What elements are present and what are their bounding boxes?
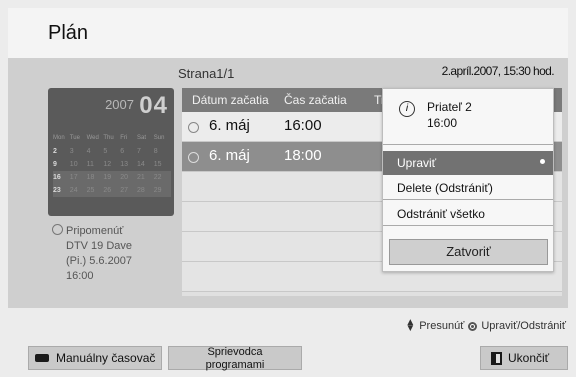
calendar-week-row: 16 17 18 19 20 21 22 [53,171,171,184]
calendar-grid: Mon Tue Wed Thu Fri Sat Sun 2 3 4 5 6 7 … [53,132,171,197]
calendar-day: 3 [69,148,74,155]
close-button[interactable]: Zatvoriť [389,239,548,265]
calendar-week-row: 2 3 4 5 6 7 8 [53,145,171,158]
menu-item-delete[interactable]: Delete (Odstrániť) [383,176,553,200]
weekday-label: Fri [120,135,128,141]
current-datetime: 2.apríl.2007, 15:30 hod. [441,64,555,78]
menu-item-edit[interactable]: Upraviť [383,151,553,175]
weekday-label: Mon [53,135,65,141]
row-date: 6. máj [209,117,250,134]
help-move: Presunúť [419,320,465,332]
weekday-label: Tue [69,135,80,141]
calendar-day: 6 [120,148,125,155]
clock-icon [188,152,199,163]
options-popup: i Priateľ 2 16:00 Upraviť Delete (Odstrá… [382,88,554,272]
weekday-label: Sat [136,135,146,141]
page-indicator: Strana1/1 [178,66,235,81]
reminder-label: Pripomenúť [66,225,124,237]
color-key-icon [35,354,49,362]
calendar-day: 16 [53,174,61,181]
weekday-label: Wed [86,135,99,141]
calendar-day: 9 [53,161,57,168]
weekday-label: Thu [103,135,114,141]
calendar-day: 4 [86,148,91,155]
calendar-month: 04 [139,92,168,119]
popup-program-info: Priateľ 2 16:00 [427,99,472,131]
row-time: 16:00 [284,117,322,134]
exit-icon [491,351,502,365]
calendar-day: 15 [153,161,162,168]
calendar-day: 10 [69,161,78,168]
weekday-label: Sun [153,135,165,141]
calendar-day: 20 [120,174,128,181]
exit-label: Ukončiť [508,351,550,365]
calendar-day: 14 [136,161,145,168]
navigation-help: ▲ ▼ Presunúť Upraviť/Odstrániť [405,317,566,334]
info-icon: i [399,101,415,117]
calendar-day: 25 [86,187,95,194]
clock-icon [52,224,63,235]
up-down-arrows-icon: ▲ ▼ [405,317,416,334]
reminder-info: Pripomenúť DTV 19 Dave (Pi.) 5.6.2007 16… [52,224,177,284]
calendar-day: 27 [120,187,128,194]
help-edit-delete: Upraviť/Odstrániť [481,320,566,332]
column-header-date: Dátum začatia [192,93,269,107]
guide-label-line1: Sprievodca [207,346,263,358]
calendar-weekday-row: Mon Tue Wed Thu Fri Sat Sun [53,132,171,145]
reminder-date: (Pi.) 5.6.2007 [66,255,133,267]
calendar-day: 7 [136,148,141,155]
program-name: Priateľ 2 [427,100,472,114]
selection-indicator-icon [540,159,545,164]
divider [383,144,553,145]
exit-button[interactable]: Ukončiť [480,346,568,370]
manual-timer-label: Manuálny časovač [56,351,156,365]
calendar-day: 13 [120,161,128,168]
calendar-day: 18 [86,174,95,181]
schedule-window: Plán Strana1/1 2.apríl.2007, 15:30 hod. … [0,0,576,377]
program-guide-button[interactable]: Sprievodca programami [168,346,302,371]
calendar-day: 23 [53,187,61,194]
mini-calendar: 2007 04 Mon Tue Wed Thu Fri Sat Sun 2 3 … [48,88,174,216]
calendar-day: 21 [136,174,145,181]
calendar-year: 2007 [105,97,134,112]
reminder-channel: DTV 19 Dave [66,240,133,252]
calendar-day: 17 [69,174,78,181]
page-title: Plán [48,22,89,44]
calendar-day: 2 [53,148,57,155]
calendar-day: 22 [153,174,162,181]
row-date: 6. máj [209,147,250,164]
calendar-day: 26 [103,187,112,194]
clock-icon [188,122,199,133]
ok-button-icon [468,321,478,331]
calendar-week-row: 23 24 25 26 27 28 29 [53,184,171,197]
calendar-day: 29 [153,187,162,194]
header-bar: Plán [8,8,568,58]
calendar-day: 11 [86,161,94,168]
calendar-day: 12 [103,161,112,168]
calendar-day: 24 [69,187,78,194]
calendar-day: 5 [103,148,108,155]
calendar-day: 28 [136,187,145,194]
calendar-week-row: 9 10 11 12 13 14 15 [53,158,171,171]
reminder-time: 16:00 [66,270,94,282]
row-time: 18:00 [284,147,322,164]
menu-item-delete-all[interactable]: Odstrániť všetko [383,202,553,226]
calendar-day: 19 [103,174,112,181]
program-time: 16:00 [427,116,458,130]
column-header-time: Čas začatia [284,93,347,107]
manual-timer-button[interactable]: Manuálny časovač [28,346,162,370]
guide-label-line2: programami [205,359,265,371]
calendar-day: 8 [153,148,158,155]
